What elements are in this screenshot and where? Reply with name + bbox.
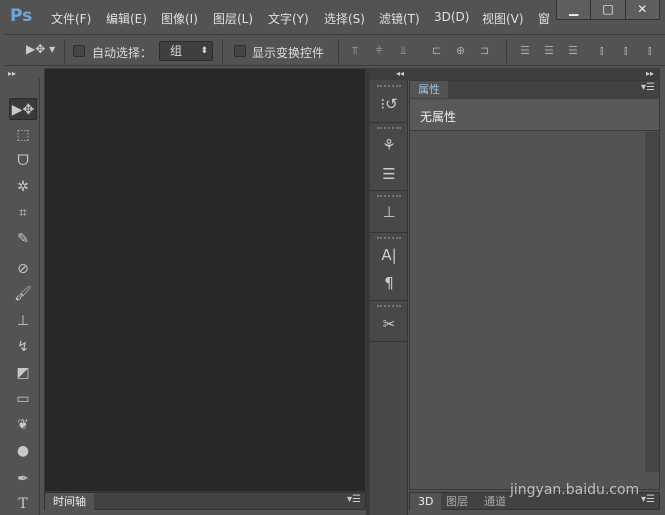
align-hcenter-icon[interactable]: ⊕ <box>456 44 465 57</box>
menu-edit[interactable]: 编辑(E) <box>106 10 147 27</box>
align-right-icon[interactable]: ⊐ <box>480 44 489 57</box>
properties-panel: 属性 ▾☰ 无属性 <box>409 80 660 490</box>
divider <box>370 232 408 233</box>
menu-3d[interactable]: 3D(D) <box>434 10 469 24</box>
move-tool-preset-icon[interactable]: ▶✥ ▾ <box>26 42 55 56</box>
history-brush-tool[interactable]: ↯ <box>9 336 37 358</box>
document-canvas-area[interactable] <box>44 68 366 492</box>
timeline-panel: 时间轴 ▾☰ <box>44 492 366 510</box>
menu-type[interactable]: 文字(Y) <box>268 10 309 27</box>
tab-timeline[interactable]: 时间轴 <box>45 493 94 510</box>
window-controls: ▁ □ ✕ <box>556 0 660 20</box>
divider <box>338 39 339 63</box>
grip-handle[interactable] <box>377 85 401 87</box>
expand-icon[interactable]: ▸▸ <box>646 69 654 78</box>
tab-channels[interactable]: 通道 <box>476 493 514 510</box>
panel-menu-icon[interactable]: ▾☰ <box>347 494 361 505</box>
clone-source-icon[interactable]: ⊥ <box>374 200 404 224</box>
magic-wand-tool[interactable]: ✲ <box>9 176 37 198</box>
gradient-tool[interactable]: ▭ <box>9 388 37 410</box>
type-tool[interactable]: T <box>9 493 37 515</box>
menu-image[interactable]: 图像(I) <box>161 10 198 27</box>
maximize-button[interactable]: □ <box>590 0 624 19</box>
menu-filter[interactable]: 滤镜(T) <box>379 10 420 27</box>
blur-tool[interactable]: ❦ <box>9 414 37 436</box>
show-transform-checkbox[interactable] <box>234 45 246 57</box>
auto-select-label: 自动选择： <box>92 46 153 60</box>
align-left-icon[interactable]: ⊏ <box>432 44 441 57</box>
dock-collapse-bar: ◂◂ ▸▸ <box>370 68 660 80</box>
show-transform-label: 显示变换控件 <box>252 46 325 60</box>
distribute-left-icon[interactable]: ⫾ <box>600 44 604 58</box>
eraser-tool[interactable]: ◩ <box>9 362 37 384</box>
clone-stamp-tool[interactable]: ⊥ <box>9 310 37 332</box>
menu-view[interactable]: 视图(V) <box>482 10 524 27</box>
options-bar: ▶✥ ▾ 自动选择： 组 ⬍ 显示变换控件 ⫪ ⫩ ⫫ ⊏ ⊕ ⊐ ☰ ☰ ☰ ⫾… <box>4 34 665 66</box>
align-top-icon[interactable]: ⫪ <box>352 44 358 58</box>
grip-handle[interactable] <box>377 305 401 307</box>
panel-menu-icon[interactable]: ▾☰ <box>641 494 655 505</box>
close-button[interactable]: ✕ <box>624 0 659 19</box>
distribute-hcenter-icon[interactable]: ⫾ <box>624 44 628 58</box>
healing-brush-tool[interactable]: ⊘ <box>9 258 37 280</box>
grip-handle[interactable] <box>377 127 401 129</box>
pen-tool[interactable]: ✒ <box>9 468 37 490</box>
crop-tool[interactable]: ⌗ <box>9 202 37 224</box>
distribute-bottom-icon[interactable]: ☰ <box>568 44 578 57</box>
scrollbar[interactable] <box>645 132 659 472</box>
align-vcenter-icon[interactable]: ⫩ <box>376 44 382 58</box>
properties-tabbar: 属性 ▾☰ <box>410 81 659 99</box>
eyedropper-tool[interactable]: ✎ <box>9 228 37 250</box>
ps-logo: Ps <box>10 6 33 26</box>
divider <box>370 341 408 342</box>
panel-icon-dock: ⁝↺ ⚘ ☰ ⊥ A| ¶ ✂ <box>370 80 408 515</box>
tool-presets-icon[interactable]: ✂ <box>374 312 404 336</box>
distribute-top-icon[interactable]: ☰ <box>520 44 530 57</box>
divider <box>370 300 408 301</box>
character-icon[interactable]: A| <box>374 243 404 267</box>
adjust-icon[interactable]: ☰ <box>374 162 404 186</box>
tools-panel: ▶✥ ⬚ ᗜ ✲ ⌗ ✎ ⊘ 🖌 ⊥ ↯ ◩ ▭ ❦ ● ✒ T <box>6 78 40 515</box>
dodge-tool[interactable]: ● <box>9 440 37 462</box>
divider <box>370 122 408 123</box>
divider <box>506 39 507 63</box>
updown-icon: ⬍ <box>200 46 208 56</box>
brush-tool[interactable]: 🖌 <box>9 283 37 305</box>
paragraph-icon[interactable]: ¶ <box>374 271 404 295</box>
collapse-icon[interactable]: ◂◂ <box>396 69 404 78</box>
menu-file[interactable]: 文件(F) <box>51 10 91 27</box>
minimize-button[interactable]: ▁ <box>557 0 590 19</box>
dropdown-value: 组 <box>170 44 183 58</box>
distribute-right-icon[interactable]: ⫾ <box>648 44 652 58</box>
move-tool[interactable]: ▶✥ <box>9 98 37 120</box>
auto-select-checkbox[interactable] <box>73 45 85 57</box>
no-properties-label: 无属性 <box>410 100 659 131</box>
menu-layer[interactable]: 图层(L) <box>213 10 253 27</box>
divider <box>222 39 223 63</box>
history-icon[interactable]: ⁝↺ <box>374 92 404 116</box>
panel-menu-icon[interactable]: ▾☰ <box>641 82 655 93</box>
menu-window[interactable]: 窗 <box>538 10 550 27</box>
menu-select[interactable]: 选择(S) <box>324 10 365 27</box>
tab-layers[interactable]: 图层 <box>438 493 476 510</box>
divider <box>370 190 408 191</box>
distribute-vcenter-icon[interactable]: ☰ <box>544 44 554 57</box>
brush-presets-icon[interactable]: ⚘ <box>374 133 404 157</box>
grip-handle[interactable] <box>377 237 401 239</box>
align-bottom-icon[interactable]: ⫫ <box>400 44 406 58</box>
watermark: jingyan.baidu.com <box>510 482 640 498</box>
lasso-tool[interactable]: ᗜ <box>9 150 37 172</box>
auto-select-dropdown[interactable]: 组 ⬍ <box>159 41 213 61</box>
marquee-tool[interactable]: ⬚ <box>9 124 37 146</box>
divider <box>64 39 65 63</box>
grip-handle[interactable] <box>377 195 401 197</box>
tab-3d[interactable]: 3D <box>410 493 442 510</box>
expand-icon[interactable]: ▸▸ <box>8 69 16 78</box>
menu-bar: Ps 文件(F) 编辑(E) 图像(I) 图层(L) 文字(Y) 选择(S) 滤… <box>0 0 665 33</box>
tab-properties[interactable]: 属性 <box>410 81 448 98</box>
